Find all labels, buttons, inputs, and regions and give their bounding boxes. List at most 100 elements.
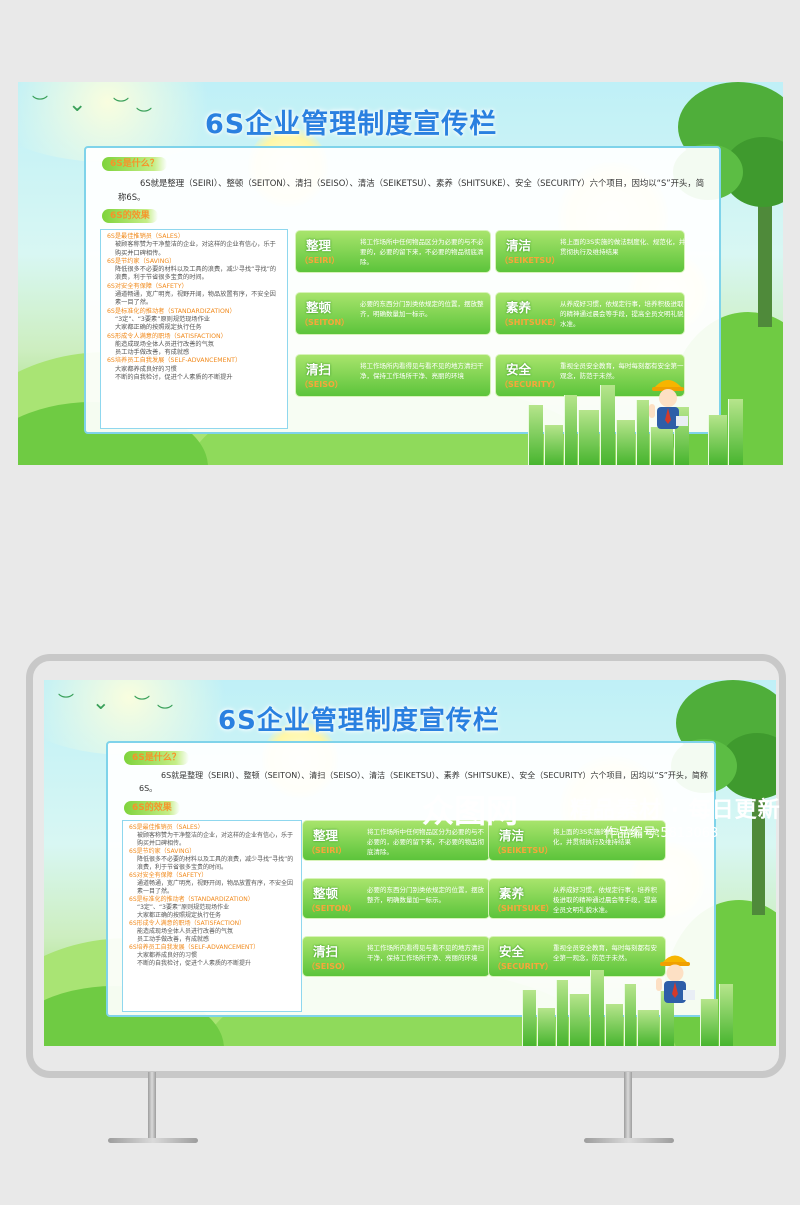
card-shitsuke: 素养 （SHITSUKE） 从养成好习惯，依规定行事，培养积极进取的精神通过晨会等手… bbox=[495, 292, 685, 335]
bird-icon: ︶ bbox=[32, 94, 49, 113]
card-title: 素养 bbox=[499, 886, 525, 901]
card-subtitle: （SEIKETSU） bbox=[500, 256, 560, 265]
benefit-title: 6S形成令人满意的职场（SATISFACTION） bbox=[129, 920, 246, 927]
bird-icon: ︶ bbox=[157, 703, 174, 722]
svg-text:众图网: 众图网 bbox=[422, 792, 518, 828]
card-subtitle: （SEIRI） bbox=[300, 256, 340, 265]
section-label-what: 6S是什么？ bbox=[124, 751, 189, 765]
benefit-title: 6S是标准化的推动者（STANDARDIZATION） bbox=[107, 307, 236, 315]
bird-icon: ︶ bbox=[134, 694, 151, 713]
card-title: 清洁 bbox=[506, 238, 532, 253]
benefit-desc: 大家都养成良好的习惯 bbox=[115, 365, 177, 373]
benefit-title: 6S培养员工自我发展（SELF-ADVANCEMENT） bbox=[129, 944, 260, 951]
benefit-title: 6S是节约家（SAVING） bbox=[107, 257, 176, 265]
section-label-effect: 6S的效果 bbox=[102, 209, 158, 223]
frame-foot bbox=[108, 1138, 198, 1143]
card-title: 整顿 bbox=[306, 300, 332, 315]
benefit-item: 6S培养员工自我发展（SELF-ADVANCEMENT） 大家都养成良好的习惯 不断… bbox=[129, 944, 295, 968]
benefit-desc: 不断的自我检讨，促进个人素质的不断提升 bbox=[137, 960, 252, 967]
card-desc: 将上面的3S实施的做法制度化、规范化，并贯彻执行及维持结果 bbox=[560, 238, 686, 256]
benefit-item: 6S形成令人满意的职场（SATISFACTION） 能造成现场全体人员进行改善的气… bbox=[107, 333, 281, 358]
card-security: 安全 （SECURITY） 重视全员安全教育，每时每刻都有安全第一观念，防范于未然。 bbox=[488, 936, 666, 977]
benefit-item: 6S形成令人满意的职场（SATISFACTION） 能造成现场全体人员进行改善的气… bbox=[129, 920, 295, 944]
card-desc: 从养成好习惯，依规定行事，培养积极进取的精神通过晨会等手段，提高全员文明礼貌水准… bbox=[553, 886, 657, 914]
benefit-desc: 能造成现场全体人员进行改善的气氛 bbox=[137, 928, 234, 935]
card-title: 安全 bbox=[506, 362, 532, 377]
bird-icon: ︶ bbox=[113, 96, 130, 115]
bird-icon: ⌄ bbox=[92, 690, 110, 714]
card-shitsuke: 素养 （SHITSUKE） 从养成好习惯，依规定行事，培养积极进取的精神通过晨会等手… bbox=[488, 878, 666, 919]
benefit-title: 6S是标准化的推动者（STANDARDIZATION） bbox=[129, 896, 254, 903]
card-desc: 从养成好习惯，依规定行事，培养积极进取的精神通过晨会等手段，提高全员文明礼貌水准… bbox=[560, 300, 684, 328]
bird-icon: ⌄ bbox=[68, 92, 87, 117]
intro-text: 6S就是整理（SEIRI）、整顿（SEITON）、清扫（SEISO）、清洁（SE… bbox=[118, 178, 705, 202]
card-subtitle: （SECURITY） bbox=[493, 962, 553, 971]
watermark-id: 作品编号:5813063 bbox=[604, 826, 719, 841]
card-desc: 将工作场所中任何物品区分为必要的与不必要的，必要的留下来，不必要的物品彻底清除。 bbox=[367, 828, 484, 856]
benefit-title: 6S是节约家（SAVING） bbox=[129, 848, 196, 855]
card-title: 清扫 bbox=[313, 944, 339, 959]
benefit-desc: 被顾客称赞为干净整洁的企业，对这样的企业有信心，乐于购买并口碑相传。 bbox=[137, 832, 294, 847]
card-subtitle: （SEITON） bbox=[300, 318, 350, 327]
card-seiso: 清扫 （SEISO） 将工作场所内看得见与看不见的地方清扫干净，保持工作场所干净、亮… bbox=[295, 354, 491, 397]
benefits-list: 6S是最佳推销员（SALES） 被顾客称赞为干净整洁的企业，对这样的企业有信心，乐… bbox=[100, 229, 288, 429]
section-label-effect: 6S的效果 bbox=[124, 801, 180, 815]
worker-icon bbox=[649, 380, 688, 429]
watermark-slogan: 精品素材 · 每日更新 bbox=[570, 798, 781, 823]
watermark-logo-icon: 众图网 bbox=[422, 792, 518, 828]
benefit-item: 6S培养员工自我发展（SELF-ADVANCEMENT） 大家都养成良好的习惯 不断… bbox=[107, 357, 281, 382]
benefit-desc: 降低很多不必要的材料以及工具的浪费，减少寻找“寻找”的浪费，利于节省很多宝贵的时… bbox=[115, 266, 277, 282]
card-title: 整理 bbox=[313, 828, 339, 843]
card-desc: 将工作场所中任何物品区分为必要的与不必要的，必要的留下来，不必要的物品彻底清除。 bbox=[360, 238, 484, 266]
card-desc: 将工作场所内看得见与看不见的地方清扫干净，保持工作场所干净、亮丽的环境 bbox=[360, 362, 484, 380]
worker-icon bbox=[656, 955, 695, 1003]
card-subtitle: （SEIKETSU） bbox=[493, 846, 553, 855]
card-subtitle: （SEISO） bbox=[307, 962, 350, 971]
benefit-item: 6S是节约家（SAVING） 降低很多不必要的材料以及工具的浪费，减少寻找“寻找”… bbox=[107, 258, 281, 283]
benefit-item: 6S是最佳推销员（SALES） 被顾客称赞为干净整洁的企业，对这样的企业有信心，乐… bbox=[129, 824, 295, 848]
frame-leg bbox=[624, 1072, 632, 1142]
card-desc: 将工作场所内看得见与看不见的地方清扫干净，保持工作场所干净、亮丽的环境 bbox=[367, 944, 484, 962]
card-desc: 必要的东西分门别类依规定的位置，摆放整齐，明确数量加一标示。 bbox=[360, 300, 484, 318]
benefit-item: 6S对安全有保障（SAFETY） 通道畅通，宽广明亮，视野开阔，物品放置有序，不安… bbox=[129, 872, 295, 896]
benefit-item: 6S是标准化的推动者（STANDARDIZATION） “3定”、“3要素”原则规… bbox=[107, 308, 281, 333]
card-subtitle: （SEIRI） bbox=[307, 846, 347, 855]
frame-foot bbox=[584, 1138, 674, 1143]
board-bottom: ︶ ⌄ ︶ ︶ 6S企业管理制度宣传栏 6S是什么？ 6S就是整理（SEIRI）… bbox=[44, 680, 776, 1046]
board-title: 6S企业管理制度宣传栏 bbox=[218, 706, 500, 736]
card-desc: 重视全员安全教育，每时每刻都有安全第一观念，防范于未然。 bbox=[553, 944, 657, 962]
board-title: 6S企业管理制度宣传栏 bbox=[205, 109, 498, 140]
benefit-desc: 不断的自我检讨，促进个人素质的不断提升 bbox=[115, 374, 233, 382]
section-label-what: 6S是什么？ bbox=[102, 157, 167, 171]
benefit-desc: 大家都正确的按照规定执行任务 bbox=[115, 324, 202, 332]
bird-icon: ︶ bbox=[136, 106, 153, 125]
benefit-desc: 通道畅通，宽广明亮，视野开阔，物品放置有序，不安全因素一目了然。 bbox=[115, 291, 276, 307]
benefit-title: 6S对安全有保障（SAFETY） bbox=[107, 282, 188, 290]
card-subtitle: （SEITON） bbox=[307, 904, 357, 913]
card-title: 清扫 bbox=[306, 362, 332, 377]
frame-leg bbox=[148, 1072, 156, 1142]
card-seiton: 整顿 （SEITON） 必要的东西分门别类依规定的位置，摆放整齐，明确数量加一标示。 bbox=[302, 878, 490, 919]
benefit-item: 6S是最佳推销员（SALES） 被顾客称赞为干净整洁的企业，对这样的企业有信心，乐… bbox=[107, 233, 281, 258]
card-subtitle: （SHITSUKE） bbox=[500, 318, 561, 327]
card-title: 素养 bbox=[506, 300, 532, 315]
card-seiri: 整理 （SEIRI） 将工作场所中任何物品区分为必要的与不必要的，必要的留下来，不必… bbox=[295, 230, 491, 273]
benefit-desc: 通道畅通，宽广明亮，视野开阔，物品放置有序，不安全因素一目了然。 bbox=[137, 880, 294, 895]
benefit-desc: 大家都养成良好的习惯 bbox=[137, 952, 198, 959]
benefit-item: 6S是标准化的推动者（STANDARDIZATION） “3定”、“3要素”原则规… bbox=[129, 896, 295, 920]
benefit-item: 6S是节约家（SAVING） 降低很多不必要的材料以及工具的浪费，减少寻找“寻找”… bbox=[129, 848, 295, 872]
board-top: ︶ ⌄ ︶ ︶ 6S企业管理制度宣传栏 6S是什么？ 6S就是整理（SEIRI）… bbox=[18, 82, 783, 465]
benefit-desc: 员工动手做改善，有成就感 bbox=[137, 936, 210, 943]
card-subtitle: （SHITSUKE） bbox=[493, 904, 554, 913]
card-seiketsu: 清洁 （SEIKETSU） 将上面的3S实施的做法制度化、规范化，并贯彻执行及维持结… bbox=[495, 230, 685, 273]
benefit-desc: “3定”、“3要素”原则规范现场作业 bbox=[137, 904, 230, 911]
benefit-title: 6S培养员工自我发展（SELF-ADVANCEMENT） bbox=[107, 357, 242, 365]
card-subtitle: （SEISO） bbox=[300, 380, 343, 389]
card-desc: 必要的东西分门别类依规定的位置，摆放整齐，明确数量加一标示。 bbox=[367, 886, 484, 904]
benefit-desc: 降低很多不必要的材料以及工具的浪费，减少寻找“寻找”的浪费，利于节省很多宝贵的时… bbox=[137, 856, 294, 871]
benefit-title: 6S是最佳推销员（SALES） bbox=[129, 824, 204, 831]
benefit-desc: 大家都正确的按照规定执行任务 bbox=[137, 912, 222, 919]
benefit-item: 6S对安全有保障（SAFETY） 通道畅通，宽广明亮，视野开阔，物品放置有序，不安… bbox=[107, 283, 281, 308]
benefit-title: 6S对安全有保障（SAFETY） bbox=[129, 872, 208, 879]
card-title: 整理 bbox=[306, 238, 332, 253]
